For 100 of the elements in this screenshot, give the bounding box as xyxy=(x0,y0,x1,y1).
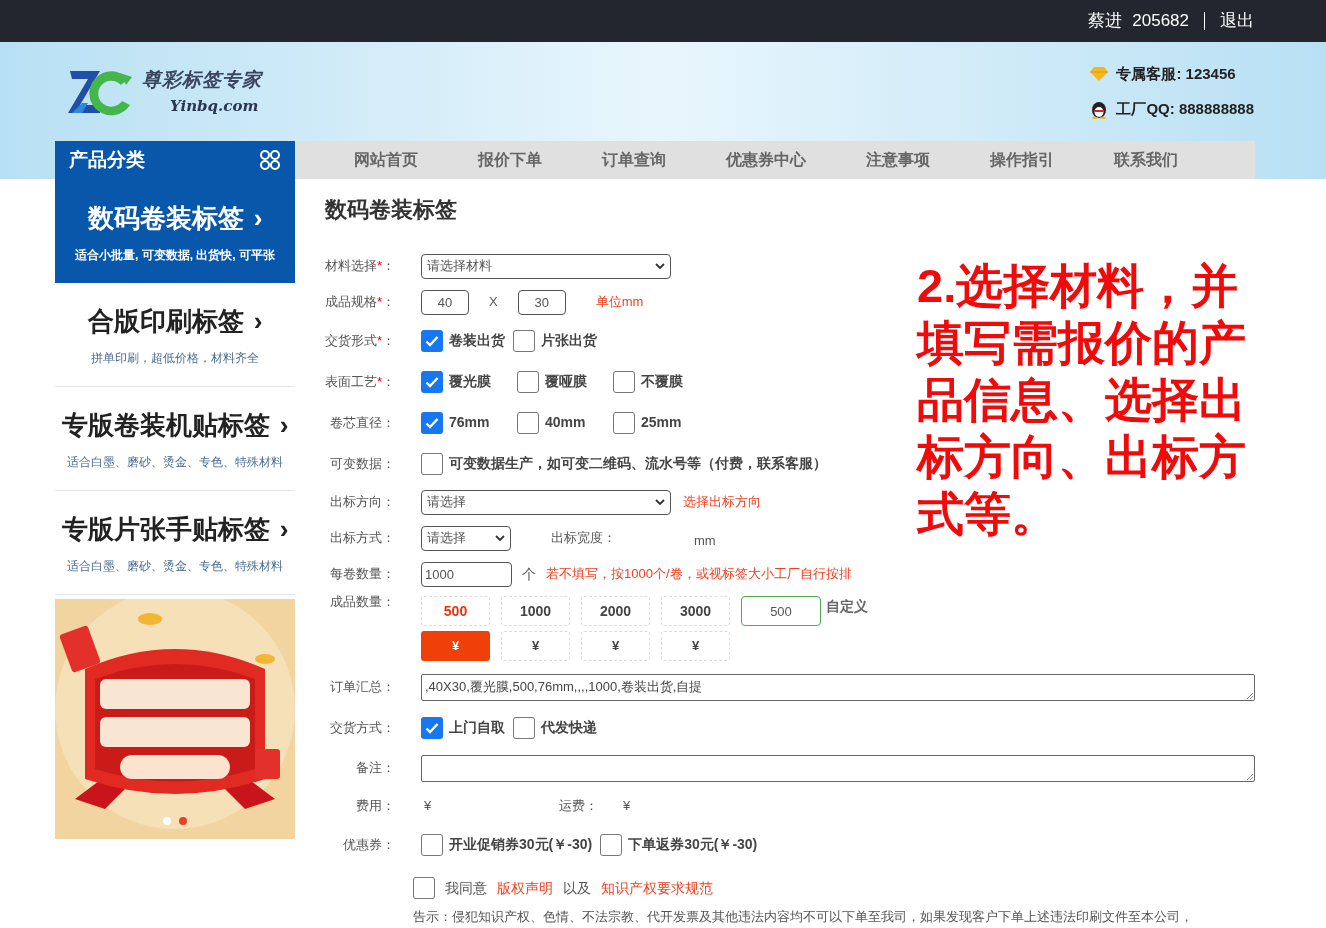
category-item[interactable]: 数码卷装标签 › 适合小批量, 可变数据, 出货快, 可平张 xyxy=(55,179,295,283)
field-label: 出标方向： xyxy=(329,493,395,512)
field-label: 表面工艺*： xyxy=(325,372,395,391)
nav-link[interactable]: 注意事项 xyxy=(866,148,930,172)
price-button[interactable]: ¥ xyxy=(421,631,490,661)
notice-text: 告示：侵犯知识产权、色情、不法宗教、代开发票及其他违法内容均不可以下单至我司，如果发现客户下单上述违法印刷文件至本公司， xyxy=(413,908,1194,926)
quantity-option[interactable]: 3000 xyxy=(661,596,730,626)
checkbox[interactable] xyxy=(513,716,535,739)
option-label: 卷装出货 xyxy=(449,331,505,350)
custom-quantity-input[interactable]: 500 xyxy=(741,596,821,626)
field-label: 订单汇总： xyxy=(329,678,395,697)
nav-link[interactable]: 联系我们 xyxy=(1114,148,1178,172)
field-label: 成品规格*： xyxy=(325,293,395,312)
annotation-text: 2.选择材料，并填写需报价的产品信息、选择出标方向、出标方式等。 xyxy=(917,258,1247,542)
width-input[interactable]: 40 xyxy=(421,289,469,315)
field-label: 交货形式*： xyxy=(325,331,395,350)
hint-text: 选择出标方向 xyxy=(683,493,761,512)
option-label: 开业促销券30元(￥-30) xyxy=(449,835,593,854)
field-label: 备注： xyxy=(355,759,395,778)
user-name: 蔡进 xyxy=(1088,10,1123,33)
checkbox[interactable] xyxy=(421,329,443,352)
resize-handle-icon[interactable] xyxy=(1246,772,1253,780)
nav-link[interactable]: 操作指引 xyxy=(990,148,1054,172)
field-label: 费用： xyxy=(355,797,395,816)
agreement-text: 我同意 xyxy=(445,878,487,898)
checkbox[interactable] xyxy=(517,411,539,434)
form-title: 数码卷装标签 xyxy=(325,196,458,224)
option-label: 40mm xyxy=(545,413,586,432)
category-header[interactable]: 产品分类 xyxy=(55,141,295,179)
height-input[interactable]: 30 xyxy=(517,289,566,315)
copyright-link[interactable]: 版权声明 xyxy=(497,877,553,899)
price-button[interactable]: ¥ xyxy=(581,631,650,661)
select-field[interactable]: 请选择材料 xyxy=(421,253,671,279)
logo-subtitle: Yinbq.com xyxy=(170,95,260,117)
checkbox[interactable] xyxy=(421,370,443,393)
select-field[interactable]: 请选择 xyxy=(421,489,671,515)
quantity-option[interactable]: 2000 xyxy=(581,596,650,626)
chevron-down-icon xyxy=(655,262,665,270)
checkbox[interactable] xyxy=(421,833,443,856)
option-label: 可变数据生产，如可变二维码、流水号等（付费，联系客服） xyxy=(449,454,827,473)
field-label: 优惠券： xyxy=(342,835,395,854)
option-label: 覆哑膜 xyxy=(545,372,587,391)
checkbox[interactable] xyxy=(517,370,539,393)
chevron-down-icon xyxy=(495,534,505,542)
contact-text: 工厂QQ: 888888888 xyxy=(1116,98,1254,119)
checkbox[interactable] xyxy=(421,411,443,434)
checkbox[interactable] xyxy=(613,411,635,434)
field-label: 交货方式： xyxy=(329,718,395,737)
field-label: 每卷数量： xyxy=(329,565,395,584)
nav-link[interactable]: 网站首页 xyxy=(354,148,418,172)
field-label: 卷芯直径： xyxy=(329,413,395,432)
text-area[interactable] xyxy=(421,754,1255,782)
times-sign: X xyxy=(489,293,498,312)
field-label: 出标宽度： xyxy=(551,529,616,548)
price-button[interactable]: ¥ xyxy=(501,631,570,661)
agreement-text: 以及 xyxy=(563,878,591,898)
resize-handle-icon[interactable] xyxy=(1246,691,1253,699)
grid-icon xyxy=(259,149,281,171)
checkbox[interactable] xyxy=(421,716,443,739)
quantity-option[interactable]: 1000 xyxy=(501,596,570,626)
text-area[interactable]: ,40X30,覆光膜,500,76mm,,,,1000,卷装出货,自提 xyxy=(421,673,1255,701)
quantity-option[interactable]: 500 xyxy=(421,596,490,626)
option-label: 上门自取 xyxy=(449,718,505,737)
select-field[interactable]: 请选择 xyxy=(421,525,511,551)
quantity-input[interactable]: 1000 xyxy=(421,561,512,587)
hint-text: 若不填写，按1000个/卷，或视标签大小工厂自行按排 xyxy=(546,565,852,584)
nav-link[interactable]: 订单查询 xyxy=(602,148,666,172)
nav-link[interactable]: 报价下单 xyxy=(478,148,542,172)
diamond-icon xyxy=(1090,66,1109,83)
user-id: 205682 xyxy=(1132,10,1189,33)
shipping-value: ¥ xyxy=(623,797,631,816)
logout-link[interactable]: 退出 xyxy=(1220,8,1254,34)
option-label: 覆光膜 xyxy=(449,372,491,391)
option-label: 代发快递 xyxy=(541,718,597,737)
checkbox[interactable] xyxy=(513,329,535,352)
checkbox[interactable] xyxy=(413,877,435,899)
field-label: 出标方式： xyxy=(329,529,395,548)
nav-link[interactable]: 优惠券中心 xyxy=(726,148,806,172)
option-label: 76mm xyxy=(449,413,490,432)
field-label: 材料选择*： xyxy=(325,257,395,276)
field-label: 可变数据： xyxy=(329,454,395,473)
custom-label: 自定义 xyxy=(826,597,868,616)
checkbox[interactable] xyxy=(613,370,635,393)
chevron-down-icon xyxy=(655,498,665,506)
option-label: 片张出货 xyxy=(541,331,597,350)
ip-rules-link[interactable]: 知识产权要求规范 xyxy=(601,877,713,899)
price-button[interactable]: ¥ xyxy=(661,631,730,661)
option-label: 25mm xyxy=(641,413,682,432)
field-label: 成品数量： xyxy=(329,593,395,611)
unit-text: 个 xyxy=(522,564,536,584)
checkbox[interactable] xyxy=(421,452,443,475)
logo-title: 尊彩标签专家 xyxy=(142,68,262,92)
unit-text: mm xyxy=(694,532,716,551)
contact-text: 专属客服: 123456 xyxy=(1116,64,1236,84)
option-label: 不覆膜 xyxy=(641,372,683,391)
checkbox[interactable] xyxy=(600,833,623,856)
fee-value: ¥ xyxy=(423,797,433,816)
field-label: 运费： xyxy=(559,797,599,816)
option-label: 下单返券30元(￥-30) xyxy=(628,835,758,854)
unit-text: 单位mm xyxy=(595,293,644,312)
